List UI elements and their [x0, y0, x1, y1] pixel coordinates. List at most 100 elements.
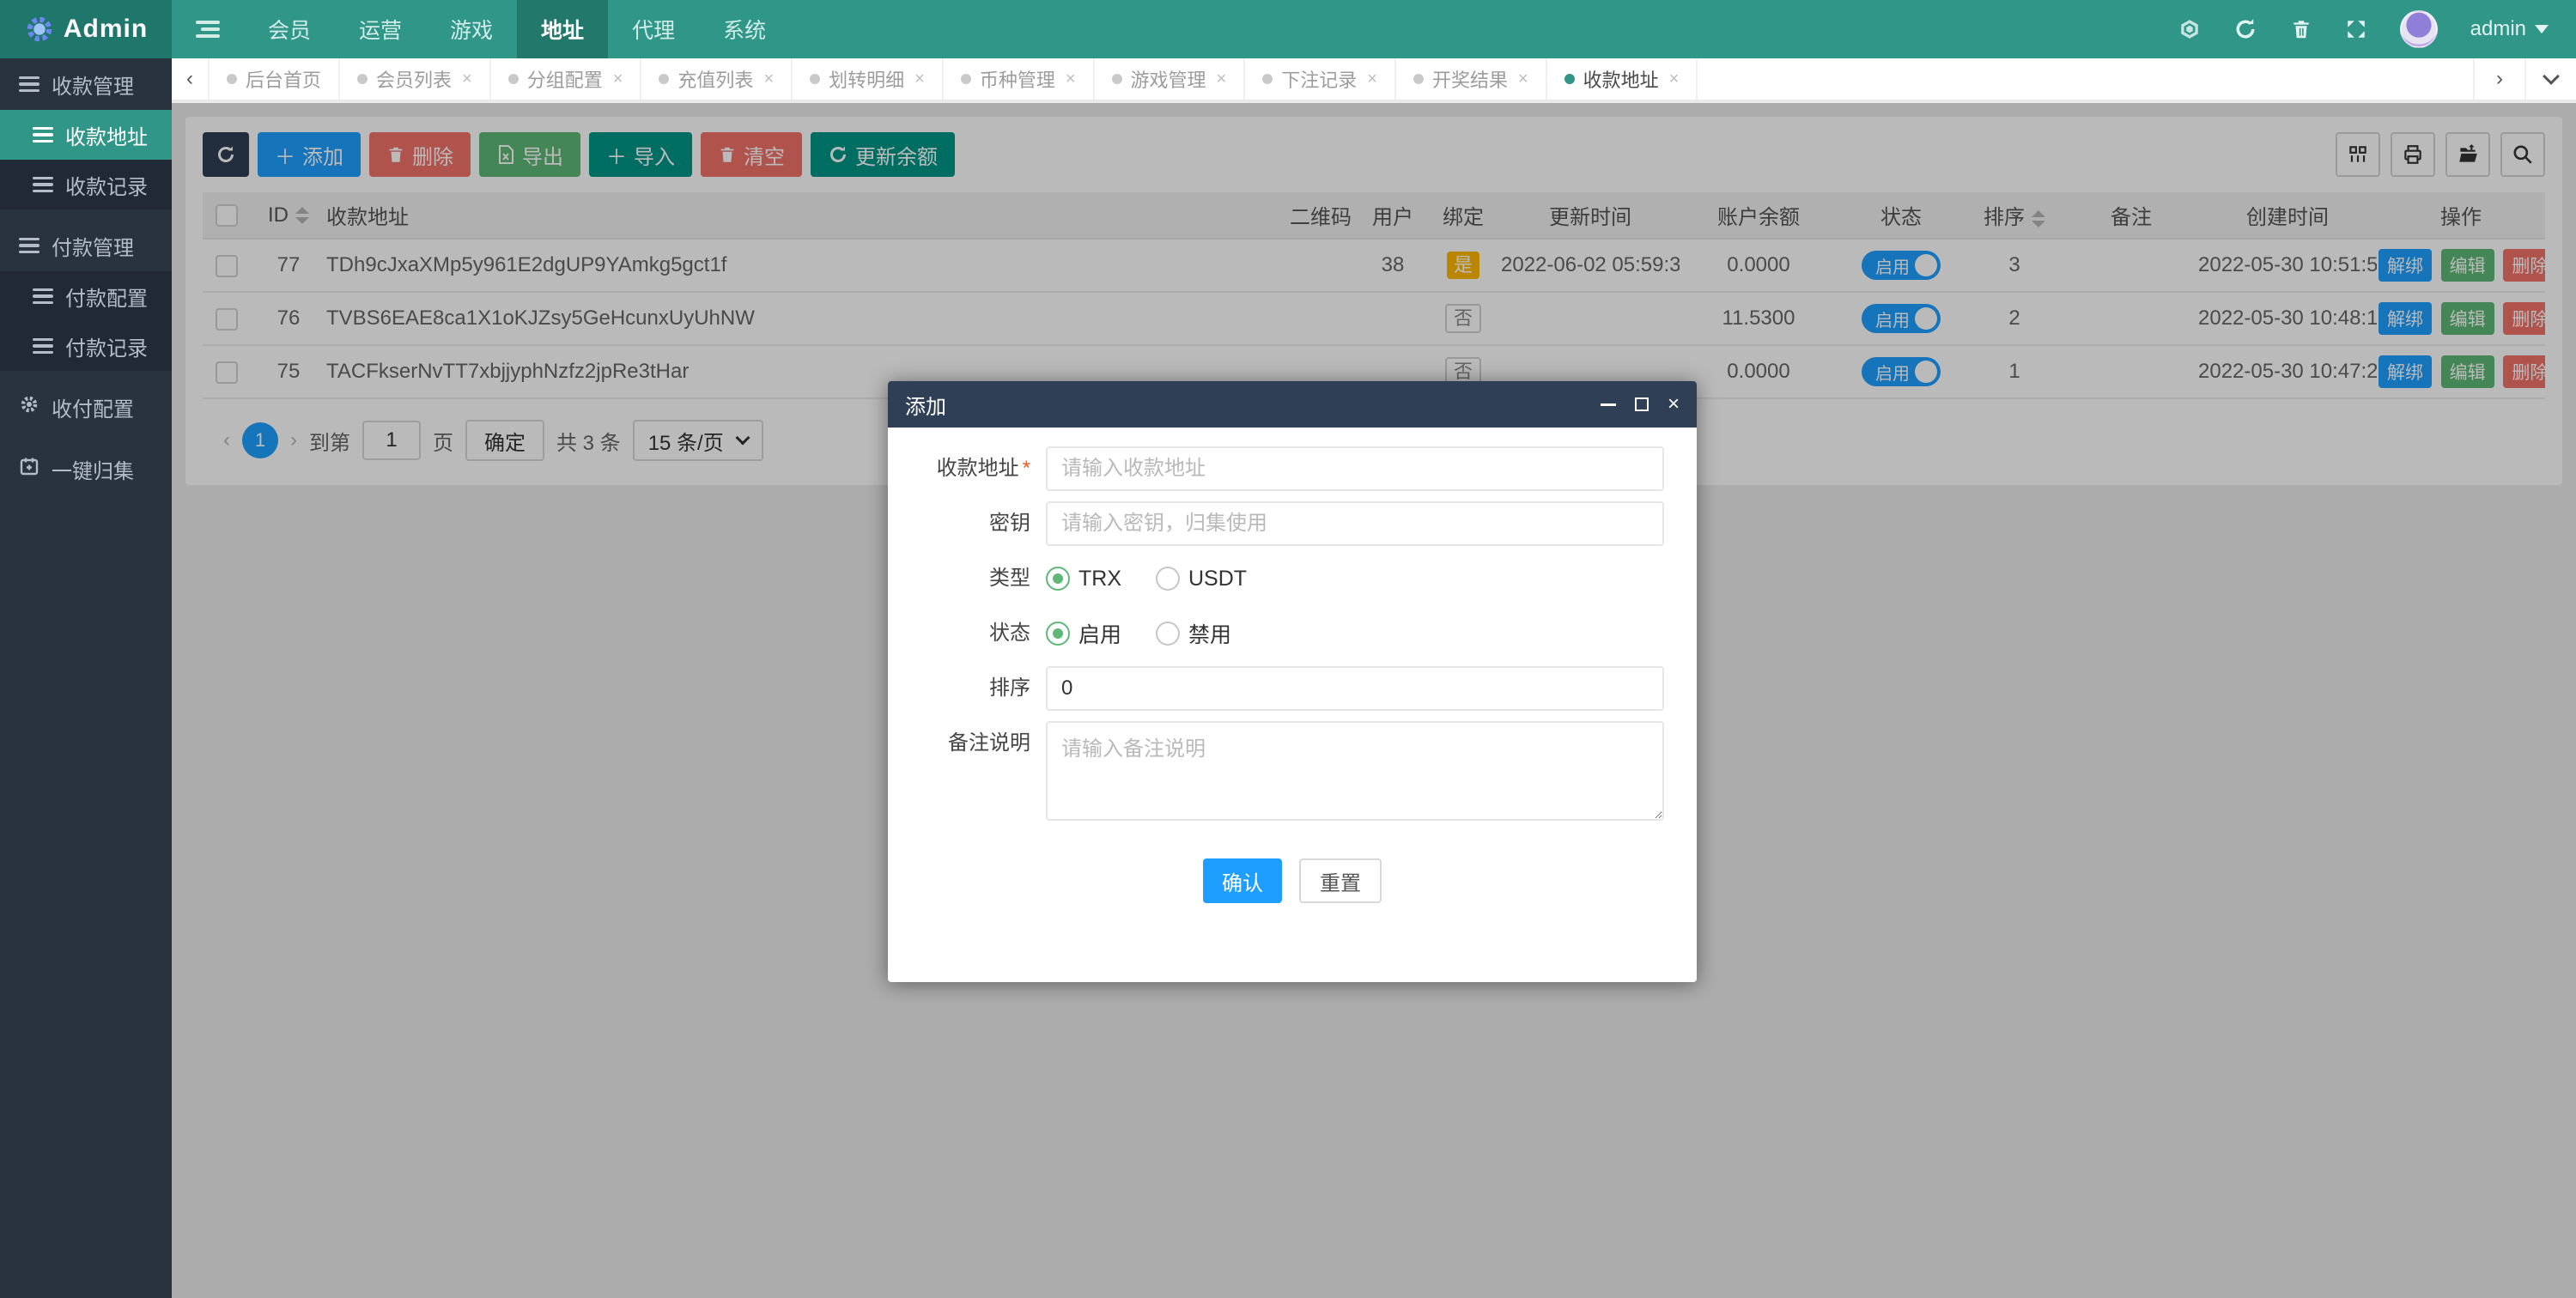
- sidebar-submenu-payment: 付款配置 付款记录: [0, 271, 172, 371]
- tab-home[interactable]: 后台首页: [210, 58, 341, 100]
- tab-currency-mgmt[interactable]: 币种管理 ×: [944, 58, 1095, 100]
- trash-icon[interactable]: [2290, 18, 2312, 40]
- tab-transfer-detail[interactable]: 划转明细 ×: [793, 58, 944, 100]
- tab-label: 收款地址: [1583, 70, 1659, 91]
- sidebar-item-label: 付款配置: [65, 287, 148, 311]
- tab-close-icon[interactable]: ×: [763, 70, 774, 89]
- tab-close-icon[interactable]: ×: [1066, 70, 1076, 89]
- menu-collapse-button[interactable]: [172, 0, 244, 58]
- sidebar-item-payment-config[interactable]: 付款配置: [0, 271, 172, 321]
- sidebar-group-label: 付款管理: [52, 236, 134, 260]
- form-row-sort: 排序: [908, 666, 1676, 711]
- tab-close-icon[interactable]: ×: [1367, 70, 1377, 89]
- dialog-titlebar[interactable]: 添加 ×: [888, 381, 1697, 428]
- username: admin: [2470, 17, 2526, 40]
- type-radio-trx[interactable]: TRX: [1046, 567, 1121, 591]
- tabs-scroll-right-button[interactable]: ›: [2473, 58, 2524, 100]
- radio-unselected-icon: [1156, 622, 1181, 646]
- caret-down-icon: [2535, 25, 2549, 33]
- tab-label: 充值列表: [677, 70, 754, 91]
- tab-close-icon[interactable]: ×: [462, 70, 472, 89]
- type-radio-usdt[interactable]: USDT: [1156, 567, 1247, 591]
- maximize-icon[interactable]: [1634, 397, 1649, 411]
- radio-unselected-icon: [1156, 567, 1180, 591]
- tabs-scroll-left-button[interactable]: ‹: [172, 58, 210, 100]
- reset-button[interactable]: 重置: [1299, 858, 1382, 903]
- sidebar-submenu-receive: 收款地址 收款记录: [0, 110, 172, 209]
- tab-bet-records[interactable]: 下注记录 ×: [1245, 58, 1396, 100]
- calendar-plus-icon: [19, 456, 39, 482]
- tab-dot-icon: [960, 74, 971, 84]
- close-icon[interactable]: ×: [1668, 394, 1680, 415]
- tabs-menu-button[interactable]: [2524, 58, 2576, 100]
- tab-label: 下注记录: [1281, 70, 1358, 91]
- tab-dot-icon: [810, 74, 821, 84]
- user-avatar[interactable]: [2399, 10, 2438, 48]
- sidebar-group-label: 收款管理: [52, 75, 134, 99]
- topnav-item-game[interactable]: 游戏: [426, 0, 517, 58]
- tab-receive-address[interactable]: 收款地址 ×: [1547, 58, 1698, 100]
- list-icon: [33, 338, 53, 354]
- user-menu[interactable]: admin: [2470, 17, 2549, 41]
- sidebar-item-receive-records[interactable]: 收款记录: [0, 160, 172, 209]
- refresh-icon[interactable]: [2233, 17, 2257, 41]
- tab-label: 开奖结果: [1431, 70, 1508, 91]
- topnav-item-agent[interactable]: 代理: [608, 0, 699, 58]
- sidebar-item-label: 收款记录: [65, 175, 148, 199]
- gem-icon[interactable]: [2178, 18, 2201, 40]
- tab-close-icon[interactable]: ×: [1217, 70, 1227, 89]
- secret-field[interactable]: [1046, 501, 1664, 546]
- status-radio-enabled[interactable]: 启用: [1046, 618, 1121, 649]
- radio-selected-icon: [1046, 567, 1070, 591]
- sort-field[interactable]: [1046, 666, 1664, 711]
- dialog-buttons: 确认 重置: [908, 858, 1676, 903]
- tab-close-icon[interactable]: ×: [1669, 70, 1680, 89]
- tab-lottery-results[interactable]: 开奖结果 ×: [1396, 58, 1547, 100]
- brand-title: Admin: [63, 15, 149, 43]
- sidebar-item-one-key-collect[interactable]: 一键归集: [0, 443, 172, 494]
- minimize-icon[interactable]: [1600, 403, 1616, 406]
- topnav-item-operation[interactable]: 运营: [335, 0, 426, 58]
- list-icon: [19, 238, 39, 253]
- topnav-item-system[interactable]: 系统: [699, 0, 790, 58]
- tab-label: 游戏管理: [1130, 70, 1206, 91]
- list-icon: [33, 177, 53, 192]
- tab-dot-icon: [357, 74, 368, 84]
- list-icon: [33, 288, 53, 304]
- tab-dot-icon: [1111, 74, 1122, 84]
- tab-label: 分组配置: [526, 70, 603, 91]
- fullscreen-icon[interactable]: [2345, 18, 2367, 40]
- confirm-button[interactable]: 确认: [1203, 858, 1282, 903]
- tab-label: 后台首页: [246, 70, 322, 91]
- tab-recharge-list[interactable]: 充值列表 ×: [641, 58, 793, 100]
- address-label: 收款地址 *: [936, 457, 1030, 480]
- sidebar-item-receive-address[interactable]: 收款地址: [0, 110, 172, 160]
- list-icon: [19, 76, 39, 92]
- tab-dot-icon: [1564, 74, 1575, 84]
- gear-icon: [19, 394, 39, 421]
- form-row-note: 备注说明: [908, 721, 1676, 821]
- form-row-status: 状态 启用 禁用: [908, 611, 1676, 656]
- brand-logo[interactable]: Admin: [0, 0, 172, 58]
- hamburger-icon: [196, 21, 220, 38]
- tab-close-icon[interactable]: ×: [613, 70, 623, 89]
- sidebar: 收款管理 收款地址 收款记录 付款管理 付款配置 付款记录 收付配置 一键归集: [0, 58, 172, 1298]
- sidebar-item-payment-records[interactable]: 付款记录: [0, 321, 172, 371]
- sidebar-item-pay-config[interactable]: 收付配置: [0, 381, 172, 433]
- admin-app: Admin 会员 运营 游戏 地址 代理 系统 admin 收款管理 收款地址 …: [0, 0, 2576, 1298]
- form-row-type: 类型 TRX USDT: [908, 556, 1676, 601]
- sidebar-group-receive-mgmt[interactable]: 收款管理: [0, 58, 172, 110]
- topnav-item-address[interactable]: 地址: [517, 0, 609, 58]
- tab-game-mgmt[interactable]: 游戏管理 ×: [1095, 58, 1246, 100]
- status-radio-disabled[interactable]: 禁用: [1156, 618, 1231, 649]
- tab-group-config[interactable]: 分组配置 ×: [491, 58, 642, 100]
- tab-label: 会员列表: [376, 70, 453, 91]
- sidebar-group-payment-mgmt[interactable]: 付款管理: [0, 220, 172, 271]
- tab-dot-icon: [227, 74, 237, 84]
- address-field[interactable]: [1046, 446, 1664, 491]
- tab-close-icon[interactable]: ×: [914, 70, 925, 89]
- note-field[interactable]: [1046, 721, 1664, 821]
- tab-close-icon[interactable]: ×: [1518, 70, 1528, 89]
- tab-member-list[interactable]: 会员列表 ×: [340, 58, 491, 100]
- topnav-item-member[interactable]: 会员: [244, 0, 335, 58]
